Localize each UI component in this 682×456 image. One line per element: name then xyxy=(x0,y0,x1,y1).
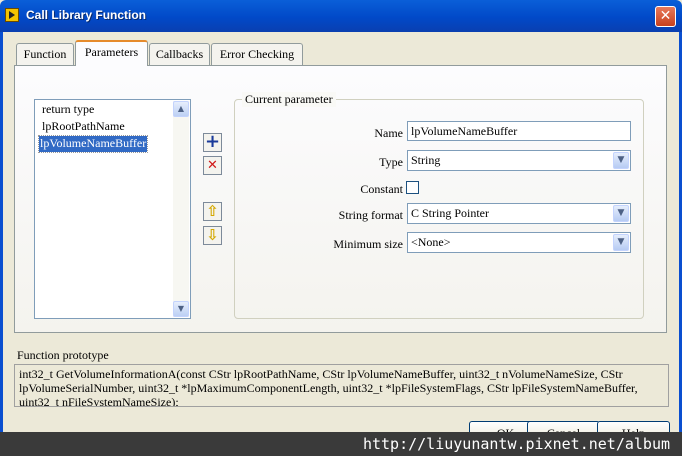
remove-parameter-button[interactable]: ✕ xyxy=(203,156,222,175)
type-select-value: String xyxy=(411,153,441,167)
name-field[interactable]: lpVolumeNameBuffer xyxy=(407,121,631,141)
title-bar: Call Library Function ✕ xyxy=(0,0,682,32)
string-format-label: String format xyxy=(338,208,403,222)
window-frame-left xyxy=(0,32,3,456)
minimum-size-value: <None> xyxy=(411,235,451,249)
watermark-bar: http://liuyunantw.pixnet.net/album xyxy=(0,432,682,456)
tab-parameters[interactable]: Parameters xyxy=(75,40,148,66)
name-label: Name xyxy=(374,126,403,140)
function-prototype-text: int32_t GetVolumeInformationA(const CStr… xyxy=(14,364,669,407)
constant-label: Constant xyxy=(360,182,403,196)
close-button[interactable]: ✕ xyxy=(655,6,676,27)
constant-checkbox[interactable] xyxy=(406,181,419,194)
tab-error-checking[interactable]: Error Checking xyxy=(211,43,303,65)
parameter-list[interactable]: return type lpRootPathName lpVolumeNameB… xyxy=(34,99,191,319)
list-item-lprootpathname[interactable]: lpRootPathName xyxy=(41,119,126,135)
string-format-select[interactable]: C String Pointer ▼ xyxy=(407,203,631,224)
delete-icon: ✕ xyxy=(207,158,218,173)
string-format-value: C String Pointer xyxy=(411,206,490,220)
scroll-down-icon[interactable]: ▼ xyxy=(173,301,189,317)
scroll-up-icon[interactable]: ▲ xyxy=(173,101,189,117)
chevron-down-icon[interactable]: ▼ xyxy=(613,234,629,251)
add-parameter-button[interactable]: + xyxy=(203,133,222,152)
watermark-url: http://liuyunantw.pixnet.net/album xyxy=(362,435,670,453)
list-item-return-type[interactable]: return type xyxy=(41,102,95,118)
arrow-down-icon: ⇩ xyxy=(206,226,219,244)
tab-callbacks[interactable]: Callbacks xyxy=(149,43,210,65)
chevron-down-icon[interactable]: ▼ xyxy=(613,205,629,222)
window-title: Call Library Function xyxy=(26,8,147,22)
parameter-list-scrollbar[interactable]: ▲ ▼ xyxy=(173,101,189,317)
tab-function[interactable]: Function xyxy=(16,43,74,65)
minimum-size-label: Minimum size xyxy=(333,237,403,251)
move-parameter-up-button[interactable]: ⇧ xyxy=(203,202,222,221)
arrow-up-icon: ⇧ xyxy=(206,202,219,220)
chevron-down-icon[interactable]: ▼ xyxy=(613,152,629,169)
current-parameter-legend: Current parameter xyxy=(242,92,336,107)
labview-app-icon xyxy=(5,8,19,22)
list-item-lpvolumenamebuffer[interactable]: lpVolumeNameBuffer xyxy=(37,135,149,153)
type-label: Type xyxy=(379,155,403,169)
plus-icon: + xyxy=(204,131,221,152)
minimum-size-select[interactable]: <None> ▼ xyxy=(407,232,631,253)
move-parameter-down-button[interactable]: ⇩ xyxy=(203,226,222,245)
type-select[interactable]: String ▼ xyxy=(407,150,631,171)
function-prototype-label: Function prototype xyxy=(17,348,109,362)
